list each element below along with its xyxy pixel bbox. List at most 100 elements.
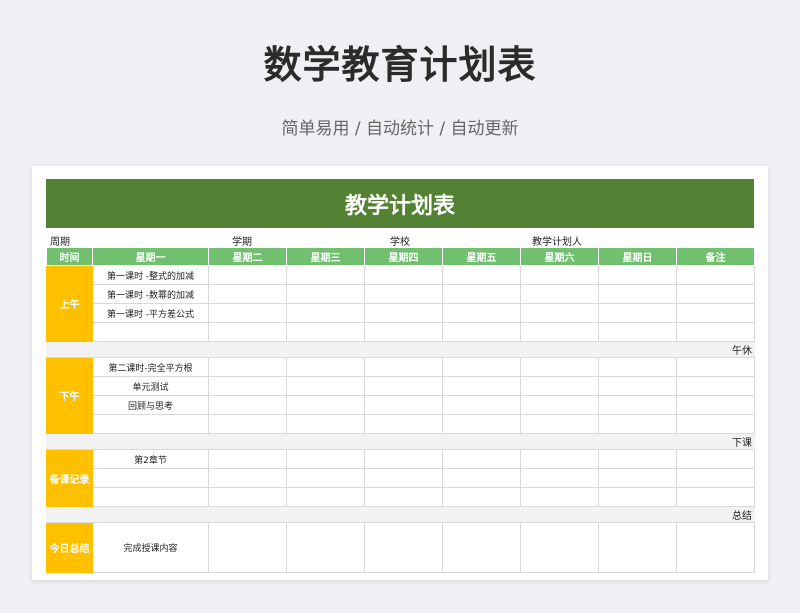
schedule-cell[interactable] bbox=[364, 449, 443, 469]
schedule-cell[interactable] bbox=[520, 468, 599, 488]
schedule-cell[interactable] bbox=[208, 468, 287, 488]
schedule-cell[interactable] bbox=[286, 284, 365, 304]
schedule-cell[interactable] bbox=[364, 395, 443, 415]
schedule-cell[interactable] bbox=[208, 357, 287, 377]
schedule-cell[interactable] bbox=[520, 449, 599, 469]
schedule-cell[interactable] bbox=[676, 449, 755, 469]
lesson-cell[interactable]: 第2章节 bbox=[92, 449, 209, 469]
schedule-cell[interactable] bbox=[286, 303, 365, 323]
schedule-cell[interactable] bbox=[364, 487, 443, 507]
schedule-cell[interactable] bbox=[676, 265, 755, 285]
schedule-cell[interactable] bbox=[442, 265, 521, 285]
schedule-cell[interactable] bbox=[208, 449, 287, 469]
schedule-cell[interactable] bbox=[676, 414, 755, 434]
schedule-cell[interactable] bbox=[364, 522, 443, 573]
schedule-cell[interactable] bbox=[598, 376, 677, 396]
table-row bbox=[47, 414, 755, 434]
schedule-cell[interactable] bbox=[598, 322, 677, 342]
schedule-cell[interactable] bbox=[286, 522, 365, 573]
schedule-cell[interactable] bbox=[208, 522, 287, 573]
schedule-cell[interactable] bbox=[286, 414, 365, 434]
schedule-cell[interactable] bbox=[364, 357, 443, 377]
schedule-cell[interactable] bbox=[286, 468, 365, 488]
schedule-cell[interactable] bbox=[520, 322, 599, 342]
lesson-cell[interactable] bbox=[92, 487, 209, 507]
schedule-cell[interactable] bbox=[676, 322, 755, 342]
schedule-cell[interactable] bbox=[208, 303, 287, 323]
header-cell: 时间 bbox=[46, 247, 93, 266]
schedule-cell[interactable] bbox=[442, 468, 521, 488]
schedule-cell[interactable] bbox=[286, 487, 365, 507]
lesson-cell[interactable]: 回顾与思考 bbox=[92, 395, 209, 415]
schedule-cell[interactable] bbox=[364, 414, 443, 434]
header-cell: 备注 bbox=[676, 247, 755, 266]
schedule-cell[interactable] bbox=[520, 303, 599, 323]
schedule-cell[interactable] bbox=[676, 376, 755, 396]
schedule-cell[interactable] bbox=[676, 284, 755, 304]
schedule-cell[interactable] bbox=[520, 265, 599, 285]
schedule-cell[interactable] bbox=[364, 284, 443, 304]
schedule-cell[interactable] bbox=[442, 357, 521, 377]
schedule-cell[interactable] bbox=[520, 522, 599, 573]
schedule-cell[interactable] bbox=[598, 284, 677, 304]
schedule-cell[interactable] bbox=[520, 487, 599, 507]
lesson-cell[interactable] bbox=[92, 468, 209, 488]
schedule-cell[interactable] bbox=[520, 414, 599, 434]
schedule-cell[interactable] bbox=[208, 487, 287, 507]
lesson-cell[interactable]: 第一课时 -数幂的加减 bbox=[92, 284, 209, 304]
schedule-cell[interactable] bbox=[208, 395, 287, 415]
schedule-cell[interactable] bbox=[442, 487, 521, 507]
schedule-cell[interactable] bbox=[364, 322, 443, 342]
schedule-cell[interactable] bbox=[520, 376, 599, 396]
schedule-cell[interactable] bbox=[208, 322, 287, 342]
schedule-cell[interactable] bbox=[676, 522, 755, 573]
schedule-cell[interactable] bbox=[364, 265, 443, 285]
schedule-cell[interactable] bbox=[520, 395, 599, 415]
schedule-cell[interactable] bbox=[676, 395, 755, 415]
schedule-cell[interactable] bbox=[286, 357, 365, 377]
schedule-cell[interactable] bbox=[520, 284, 599, 304]
schedule-cell[interactable] bbox=[598, 395, 677, 415]
schedule-cell[interactable] bbox=[286, 395, 365, 415]
schedule-cell[interactable] bbox=[442, 284, 521, 304]
lesson-cell[interactable]: 第一课时 -平方差公式 bbox=[92, 303, 209, 323]
schedule-cell[interactable] bbox=[676, 303, 755, 323]
schedule-cell[interactable] bbox=[364, 303, 443, 323]
schedule-cell[interactable] bbox=[286, 322, 365, 342]
schedule-cell[interactable] bbox=[676, 357, 755, 377]
schedule-cell[interactable] bbox=[442, 414, 521, 434]
schedule-cell[interactable] bbox=[208, 376, 287, 396]
lesson-cell[interactable]: 第二课时-完全平方根 bbox=[92, 357, 209, 377]
schedule-cell[interactable] bbox=[208, 284, 287, 304]
schedule-cell[interactable] bbox=[676, 468, 755, 488]
lesson-cell[interactable] bbox=[92, 322, 209, 342]
schedule-cell[interactable] bbox=[442, 449, 521, 469]
lesson-cell[interactable] bbox=[92, 414, 209, 434]
schedule-cell[interactable] bbox=[364, 468, 443, 488]
schedule-cell[interactable] bbox=[286, 376, 365, 396]
schedule-cell[interactable] bbox=[598, 303, 677, 323]
schedule-cell[interactable] bbox=[598, 357, 677, 377]
schedule-cell[interactable] bbox=[286, 265, 365, 285]
schedule-cell[interactable] bbox=[208, 265, 287, 285]
schedule-cell[interactable] bbox=[364, 376, 443, 396]
schedule-cell[interactable] bbox=[520, 357, 599, 377]
lesson-cell[interactable]: 完成授课内容 bbox=[92, 522, 209, 573]
schedule-cell[interactable] bbox=[208, 414, 287, 434]
schedule-cell[interactable] bbox=[598, 414, 677, 434]
schedule-cell[interactable] bbox=[598, 468, 677, 488]
schedule-cell[interactable] bbox=[598, 265, 677, 285]
schedule-cell[interactable] bbox=[676, 487, 755, 507]
schedule-cell[interactable] bbox=[286, 449, 365, 469]
schedule-cell[interactable] bbox=[442, 376, 521, 396]
schedule-cell[interactable] bbox=[442, 322, 521, 342]
lesson-cell[interactable]: 单元测试 bbox=[92, 376, 209, 396]
schedule-cell[interactable] bbox=[598, 487, 677, 507]
lesson-cell[interactable]: 第一课时 -整式的加减 bbox=[92, 265, 209, 285]
schedule-cell[interactable] bbox=[442, 395, 521, 415]
schedule-cell[interactable] bbox=[598, 522, 677, 573]
schedule-cell[interactable] bbox=[598, 449, 677, 469]
schedule-cell[interactable] bbox=[442, 303, 521, 323]
header-cell: 星期六 bbox=[520, 247, 599, 266]
schedule-cell[interactable] bbox=[442, 522, 521, 573]
